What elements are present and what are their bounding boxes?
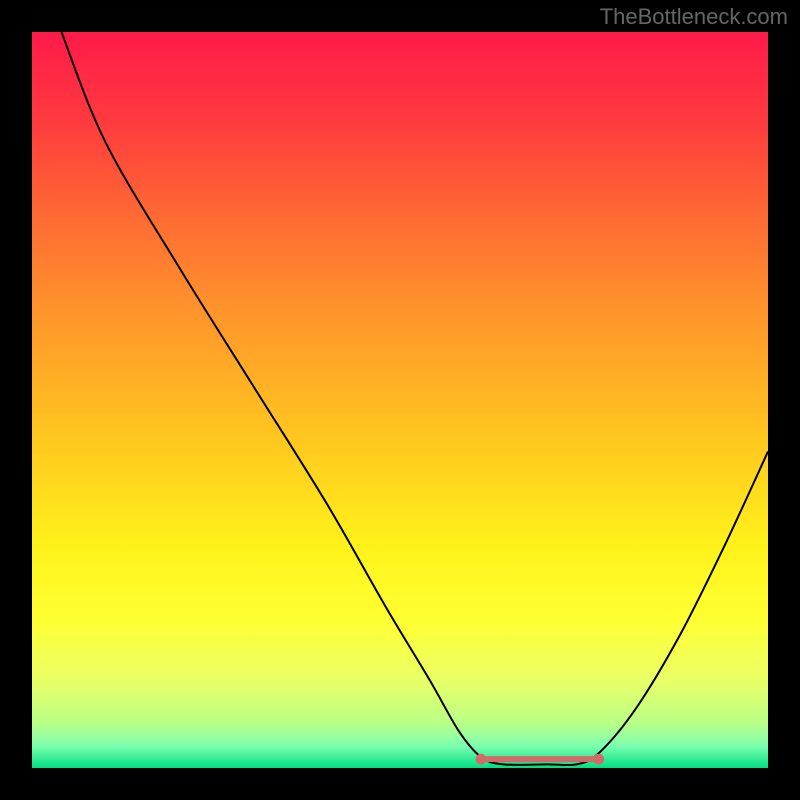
chart-background — [32, 32, 768, 768]
attribution-label: TheBottleneck.com — [600, 4, 788, 30]
chart-plot-area — [32, 32, 768, 768]
bottleneck-chart — [32, 32, 768, 768]
